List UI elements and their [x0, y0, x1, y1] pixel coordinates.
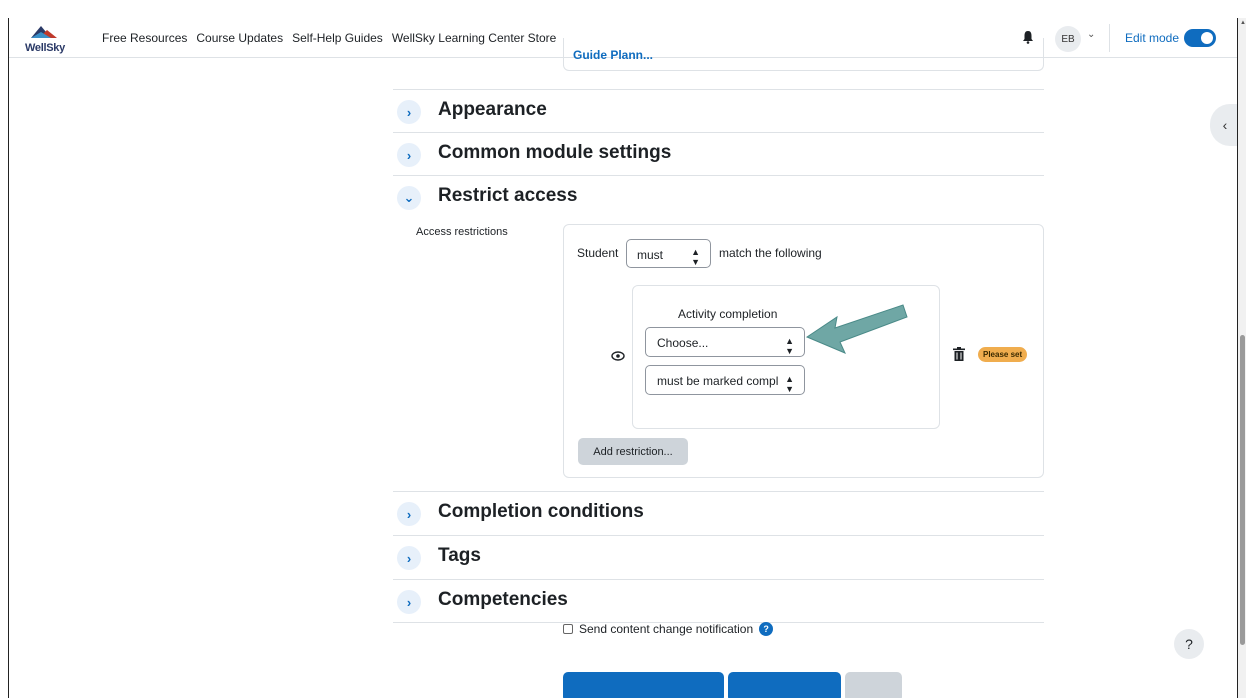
edit-mode-toggle[interactable]	[1184, 29, 1216, 47]
select-arrows-icon: ▲ ▼	[785, 374, 794, 394]
completion-state-value: must be marked compl	[657, 374, 779, 388]
drawer-toggle-chevron-left-icon[interactable]: ‹	[1210, 104, 1237, 146]
section-title[interactable]: Completion conditions	[438, 501, 644, 523]
section-completion-conditions[interactable]: › Completion conditions	[393, 491, 1044, 534]
help-fab-button[interactable]: ?	[1174, 629, 1204, 659]
notify-row: Send content change notification ?	[563, 622, 774, 636]
condition-title: Activity completion	[678, 307, 778, 321]
completion-state-select[interactable]: must be marked compl ▲ ▼	[645, 365, 805, 395]
nav-free-resources[interactable]: Free Resources	[102, 31, 187, 45]
match-text: match the following	[719, 246, 822, 260]
section-title[interactable]: Restrict access	[438, 185, 577, 207]
save-display-button[interactable]	[728, 672, 841, 698]
section-competencies[interactable]: › Competencies	[393, 579, 1044, 622]
section-appearance[interactable]: › Appearance	[393, 89, 1044, 132]
logo-word: WellSky	[25, 42, 65, 54]
notify-label[interactable]: Send content change notification	[579, 622, 753, 636]
save-return-button[interactable]	[563, 672, 724, 698]
nav-self-help-guides[interactable]: Self-Help Guides	[292, 31, 383, 45]
caption-strip	[0, 0, 1246, 18]
section-restrict-access[interactable]: ⌄ Restrict access	[393, 175, 1044, 218]
annotation-arrow	[805, 304, 908, 354]
chevron-down-icon[interactable]: ⌄	[397, 186, 421, 210]
section-title[interactable]: Common module settings	[438, 142, 671, 164]
guide-link[interactable]: Guide Plann...	[573, 48, 653, 62]
select-arrows-icon: ▲ ▼	[785, 336, 794, 356]
section-title[interactable]: Appearance	[438, 99, 547, 121]
must-select[interactable]: must ▲ ▼	[626, 239, 711, 268]
chevron-right-icon[interactable]: ›	[397, 590, 421, 614]
nav-learning-center-store[interactable]: WellSky Learning Center Store	[392, 31, 557, 45]
eye-icon[interactable]	[611, 349, 625, 363]
access-restrictions-label: Access restrictions	[416, 226, 508, 238]
guide-link-card: Guide Plann...	[563, 38, 1044, 71]
chevron-down-icon[interactable]: ⌄	[1087, 29, 1095, 40]
chevron-right-icon[interactable]: ›	[397, 100, 421, 124]
divider	[1109, 24, 1110, 52]
please-set-badge: Please set	[978, 347, 1028, 362]
section-title[interactable]: Tags	[438, 545, 481, 567]
section-common-module-settings[interactable]: › Common module settings	[393, 132, 1044, 175]
scrollbar-thumb[interactable]	[1240, 335, 1245, 645]
section-title[interactable]: Competencies	[438, 589, 568, 611]
user-avatar[interactable]: EB	[1055, 26, 1081, 52]
cancel-button[interactable]	[845, 672, 902, 698]
student-label: Student	[577, 246, 619, 260]
select-arrows-icon: ▲ ▼	[691, 247, 700, 267]
activity-select[interactable]: Choose... ▲ ▼	[645, 327, 805, 357]
trash-icon[interactable]	[953, 347, 965, 361]
add-restriction-button[interactable]: Add restriction...	[578, 438, 688, 465]
section-tags[interactable]: › Tags	[393, 535, 1044, 578]
primary-nav: Free Resources Course Updates Self-Help …	[102, 31, 565, 45]
must-select-value: must	[637, 248, 664, 262]
help-icon[interactable]: ?	[759, 622, 774, 636]
activity-select-value: Choose...	[657, 336, 709, 350]
notify-checkbox[interactable]	[563, 624, 573, 634]
chevron-right-icon[interactable]: ›	[397, 143, 421, 167]
nav-course-updates[interactable]: Course Updates	[196, 31, 283, 45]
logo-text: WellSky	[25, 42, 65, 54]
chevron-right-icon[interactable]: ›	[397, 502, 421, 526]
edit-mode-label: Edit mode	[1125, 31, 1180, 45]
scroll-up-icon[interactable]: ▲	[1240, 20, 1246, 26]
chevron-right-icon[interactable]: ›	[397, 546, 421, 570]
